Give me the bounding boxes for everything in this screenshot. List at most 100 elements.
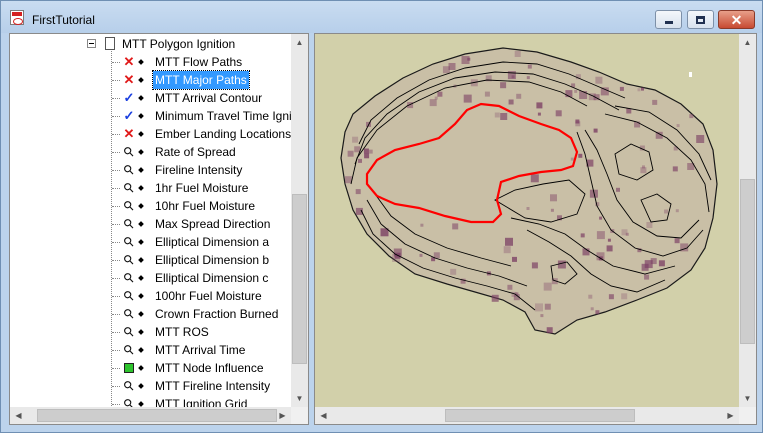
tree-vertical-thumb[interactable] <box>292 194 307 364</box>
burn-cell <box>593 128 598 133</box>
magnifier-icon[interactable]: ⚲ <box>119 304 139 324</box>
tree-item[interactable]: ⚲ Elliptical Dimension a <box>10 233 291 251</box>
burn-cell <box>621 293 628 300</box>
burn-cell <box>575 121 581 127</box>
tree-item-label: MTT ROS <box>155 325 209 339</box>
tree-connector <box>112 368 120 369</box>
scroll-right-icon[interactable]: ▶ <box>274 407 291 424</box>
burn-cell <box>467 57 471 61</box>
magnifier-icon[interactable]: ⚲ <box>119 340 139 360</box>
tree-item[interactable]: ⚲ Fireline Intensity <box>10 161 291 179</box>
green-square-icon[interactable] <box>124 363 134 373</box>
minimize-button[interactable] <box>655 10 682 29</box>
tree-item[interactable]: ⚲ Max Spread Direction <box>10 215 291 233</box>
burn-cell <box>689 114 694 119</box>
tree-item-label: 100hr Fuel Moisture <box>155 289 262 303</box>
magnifier-icon[interactable]: ⚲ <box>119 160 139 180</box>
scroll-up-icon[interactable]: ▲ <box>291 34 308 51</box>
tree-item[interactable]: MTT Node Influence <box>10 359 291 377</box>
tree-item[interactable]: ✕ Ember Landing Locations <box>10 125 291 143</box>
burn-cell <box>621 229 628 236</box>
burn-cell <box>619 86 624 91</box>
tree-item[interactable]: ✓ MTT Arrival Contour <box>10 89 291 107</box>
x-icon[interactable]: ✕ <box>122 73 136 87</box>
scroll-corner <box>291 407 308 424</box>
tree-item[interactable]: ✕ MTT Major Paths <box>10 70 291 90</box>
tree-item[interactable]: ⚲ 100hr Fuel Moisture <box>10 287 291 305</box>
map-canvas[interactable] <box>315 34 739 407</box>
burn-cell <box>555 110 562 117</box>
tree-item[interactable]: ✕ MTT Flow Paths <box>10 53 291 71</box>
scroll-down-icon[interactable]: ▼ <box>291 390 308 407</box>
magnifier-icon[interactable]: ⚲ <box>119 322 139 342</box>
scroll-up-icon[interactable]: ▲ <box>739 34 756 51</box>
burn-cell <box>646 222 653 228</box>
burn-cell <box>352 136 359 143</box>
collapse-icon[interactable] <box>87 39 96 48</box>
tree-horizontal-thumb[interactable] <box>37 409 277 422</box>
close-button[interactable]: ✕ <box>718 10 755 29</box>
tree-item[interactable]: ⚲ Elliptical Dimension b <box>10 251 291 269</box>
scroll-right-icon[interactable]: ▶ <box>722 407 739 424</box>
tree-item[interactable]: ✓ Minimum Travel Time Igniti <box>10 107 291 125</box>
scroll-left-icon[interactable]: ◀ <box>10 407 27 424</box>
burn-cell <box>674 238 680 244</box>
magnifier-icon[interactable]: ⚲ <box>119 376 139 396</box>
tree-item[interactable]: ⚲ MTT Ignition Grid <box>10 395 291 407</box>
x-icon[interactable]: ✕ <box>122 55 136 69</box>
burn-cell <box>607 238 611 242</box>
tree-item[interactable]: ⚲ Rate of Spread <box>10 143 291 161</box>
check-icon[interactable]: ✓ <box>122 91 136 105</box>
map-horizontal-scrollbar[interactable]: ◀ ▶ <box>315 407 739 424</box>
magnifier-icon[interactable]: ⚲ <box>119 286 139 306</box>
magnifier-icon[interactable]: ⚲ <box>119 214 139 234</box>
bullet-icon <box>138 113 144 119</box>
map-vertical-thumb[interactable] <box>740 179 755 344</box>
tree-item[interactable]: ⚲ Elliptical Dimension c <box>10 269 291 287</box>
scroll-left-icon[interactable]: ◀ <box>315 407 332 424</box>
burn-cell <box>640 167 647 174</box>
bullet-icon <box>138 77 144 83</box>
tree-item[interactable]: ⚲ MTT Arrival Time <box>10 341 291 359</box>
burn-cell <box>537 112 541 116</box>
title-bar[interactable]: FirstTutorial ✕ <box>1 1 762 33</box>
tree-item[interactable]: ⚲ Crown Fraction Burned <box>10 305 291 323</box>
burn-cell <box>363 148 369 154</box>
tree-item[interactable]: ⚲ 1hr Fuel Moisture <box>10 179 291 197</box>
tree-item[interactable]: ⚲ MTT Fireline Intensity <box>10 377 291 395</box>
tree-item[interactable]: ⚲ MTT ROS <box>10 323 291 341</box>
bullet-icon <box>138 365 144 371</box>
burn-cell <box>355 189 361 195</box>
bullet-icon <box>138 203 144 209</box>
tree-horizontal-scrollbar[interactable]: ◀ ▶ <box>10 407 291 424</box>
tree-item[interactable]: ⚲ 10hr Fuel Moisture <box>10 197 291 215</box>
x-icon[interactable]: ✕ <box>122 127 136 141</box>
burn-cell <box>500 113 508 120</box>
maximize-button[interactable] <box>687 10 714 29</box>
burn-cell <box>354 146 361 153</box>
bullet-icon <box>138 149 144 155</box>
map-vertical-scrollbar[interactable]: ▲ ▼ <box>739 34 756 407</box>
maximize-icon <box>696 15 705 24</box>
magnifier-icon[interactable]: ⚲ <box>119 268 139 288</box>
burn-cell <box>484 91 490 97</box>
check-icon[interactable]: ✓ <box>122 109 136 123</box>
tree-connector <box>112 116 120 117</box>
magnifier-icon[interactable]: ⚲ <box>119 178 139 198</box>
magnifier-icon[interactable]: ⚲ <box>119 142 139 162</box>
tree-root-item[interactable]: MTT Polygon Ignition <box>10 35 291 53</box>
scroll-down-icon[interactable]: ▼ <box>739 390 756 407</box>
burn-cell <box>507 284 513 290</box>
tree-item-label: Crown Fraction Burned <box>155 307 279 321</box>
magnifier-icon[interactable]: ⚲ <box>119 250 139 270</box>
burn-cell <box>626 108 632 114</box>
magnifier-icon[interactable]: ⚲ <box>119 394 139 407</box>
burn-cell <box>616 187 620 192</box>
document-icon <box>105 37 115 50</box>
tree-vertical-scrollbar[interactable]: ▲ ▼ <box>291 34 308 407</box>
magnifier-icon[interactable]: ⚲ <box>119 232 139 252</box>
burn-cell <box>675 209 679 213</box>
map-horizontal-thumb[interactable] <box>445 409 635 422</box>
burn-cell <box>420 223 424 227</box>
magnifier-icon[interactable]: ⚲ <box>119 196 139 216</box>
